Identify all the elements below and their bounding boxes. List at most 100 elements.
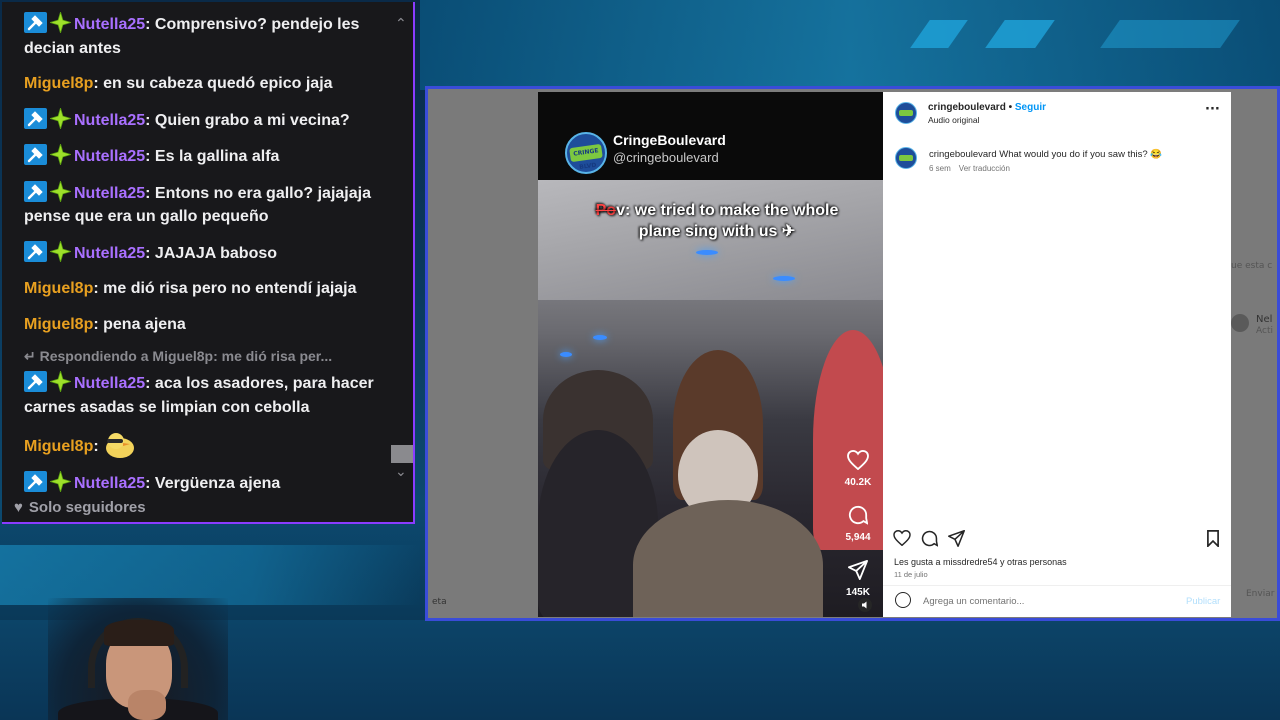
cabin-light (773, 276, 795, 281)
moderator-badge-icon[interactable] (24, 240, 47, 262)
chat-mode-label: Solo seguidores (28, 499, 146, 516)
likes-summary[interactable]: Les gusta a missdredre54 y otras persona… (894, 557, 1067, 567)
avatar[interactable] (895, 102, 917, 124)
reply-context[interactable]: ↵ Respondiendo a Miguel8p: me dió risa p… (24, 348, 397, 365)
video-frame: Pov: we tried to make the whole plane si… (538, 180, 883, 617)
more-options-icon[interactable]: ··· (1205, 102, 1220, 117)
overlay-text-body: v: we tried to make the whole plane sing… (616, 202, 839, 240)
moderator-badge-icon[interactable] (24, 471, 47, 492)
send-icon[interactable] (948, 530, 965, 547)
channel-logo: CRINGE BLVD (565, 132, 607, 174)
background-band (0, 545, 420, 605)
capture-right-margin (1231, 89, 1277, 618)
video-share[interactable]: 145K (838, 560, 878, 598)
sparkle-badge-icon[interactable] (48, 179, 73, 203)
background-fragment: Acti (1256, 326, 1273, 336)
chat-colon: : (93, 280, 104, 297)
video-comment[interactable]: 5,944 (838, 505, 878, 543)
bookmark-icon[interactable] (1206, 530, 1220, 547)
cabin-light (593, 335, 607, 340)
sparkle-badge-icon[interactable] (48, 469, 73, 492)
chat-colon: : (145, 16, 155, 33)
caption-text: What would you do if you saw this? 😂 (999, 149, 1163, 160)
audio-label[interactable]: Audio original (928, 115, 980, 125)
chat-colon: : (145, 475, 155, 492)
chat-username[interactable]: Miguel8p (24, 316, 93, 333)
chat-colon: : (145, 148, 155, 165)
chat-username[interactable]: Miguel8p (24, 280, 93, 297)
separator-dot: • (1008, 102, 1013, 113)
comment-icon[interactable] (921, 530, 938, 547)
reply-context-text: Respondiendo a Miguel8p: me dió risa per… (39, 348, 333, 364)
chat-message: Miguel8p: (24, 431, 397, 459)
video-overlay-text: Pov: we tried to make the whole plane si… (582, 200, 852, 242)
mute-icon[interactable] (858, 598, 872, 612)
capture-left-margin (428, 89, 538, 618)
sparkle-badge-icon[interactable] (48, 142, 73, 167)
chat-username[interactable]: Nutella25 (74, 112, 145, 129)
sparkle-badge-icon[interactable] (48, 239, 73, 263)
chat-message-list[interactable]: Nutella25: Comprensivo? pendejo les deci… (2, 2, 397, 492)
chat-panel: Nutella25: Comprensivo? pendejo les deci… (2, 2, 415, 524)
post-date: 11 de julio (894, 570, 928, 579)
chat-message: Nutella25: Quien grabo a mi vecina? (24, 106, 397, 133)
chat-username[interactable]: Nutella25 (74, 185, 145, 202)
chat-username[interactable]: Nutella25 (74, 148, 145, 165)
share-count: 145K (846, 587, 870, 598)
avatar (1231, 314, 1249, 332)
post-caption: cringeboulevard What would you do if you… (929, 149, 1162, 160)
video-header: CRINGE BLVD CringeBoulevard @cringeboule… (538, 92, 883, 180)
video-player[interactable]: CRINGE BLVD CringeBoulevard @cringeboule… (538, 92, 883, 617)
chat-username[interactable]: Nutella25 (74, 16, 145, 33)
avatar[interactable] (895, 147, 917, 169)
post-action-bar (893, 530, 1223, 550)
comment-input[interactable]: Agrega un comentario... (923, 596, 1024, 607)
caption-age: 6 sem (929, 164, 951, 173)
sparkle-badge-icon[interactable] (48, 10, 73, 35)
chevron-down-icon[interactable]: ⌄ (395, 464, 407, 480)
follow-button[interactable]: Seguir (1015, 102, 1046, 113)
chat-username[interactable]: Miguel8p (24, 438, 93, 455)
chat-username[interactable]: Miguel8p (24, 75, 93, 92)
send-icon (848, 560, 868, 580)
username-link[interactable]: cringeboulevard (928, 102, 1006, 113)
moderator-badge-icon[interactable] (24, 180, 47, 202)
video-like[interactable]: 40.2K (838, 449, 878, 488)
chat-username[interactable]: Nutella25 (74, 475, 145, 492)
chat-colon: : (145, 244, 155, 262)
emoji-icon[interactable] (895, 592, 911, 608)
chat-message: Nutella25: Entons no era gallo? jajajaja… (24, 179, 397, 229)
chevron-up-icon[interactable]: ⌃ (395, 16, 407, 32)
chat-colon: : (145, 375, 155, 392)
publish-button[interactable]: Publicar (1186, 596, 1220, 607)
chat-message-text: Vergüenza ajena (154, 475, 281, 492)
chat-username[interactable]: Nutella25 (74, 245, 145, 262)
sparkle-badge-icon[interactable] (48, 106, 73, 130)
reply-arrow-icon: ↵ (24, 348, 40, 364)
comment-count: 5,944 (845, 532, 871, 543)
translate-link[interactable]: Ver traducción (959, 164, 1010, 173)
sparkle-badge-icon[interactable] (48, 369, 73, 394)
airplane-icon: ✈ (781, 223, 796, 240)
instagram-post-panel: cringeboulevard • Seguir Audio original … (883, 92, 1231, 617)
chat-message-text: en su cabeza quedó epico jaja (103, 75, 333, 92)
chat-username[interactable]: Nutella25 (74, 375, 145, 392)
moderator-badge-icon[interactable] (24, 12, 47, 33)
moderator-badge-icon[interactable] (24, 144, 47, 165)
chat-scrollbar-thumb[interactable] (391, 445, 413, 463)
chat-message-text: me dió risa pero no entendí jajaja (103, 280, 357, 297)
browser-capture: eta ue esta c Nel Acti Enviar CRINGE BLV… (425, 86, 1280, 621)
moderator-badge-icon[interactable] (24, 371, 47, 392)
caption-meta: 6 sem Ver traducción (929, 164, 1018, 173)
heart-icon[interactable] (893, 530, 911, 546)
chat-message: Nutella25: Comprensivo? pendejo les deci… (24, 10, 397, 60)
passenger-coat (633, 500, 823, 617)
chat-mode-indicator: ♥ Solo seguidores (14, 499, 146, 516)
caption-username[interactable]: cringeboulevard (929, 149, 997, 160)
moderator-badge-icon[interactable] (24, 107, 47, 129)
chat-message-text: pena ajena (103, 315, 186, 333)
channel-handle: @cringeboulevard (613, 150, 719, 165)
chat-colon: : (93, 438, 104, 455)
channel-name: CringeBoulevard (613, 132, 726, 148)
duck-emote-icon[interactable] (103, 433, 137, 458)
